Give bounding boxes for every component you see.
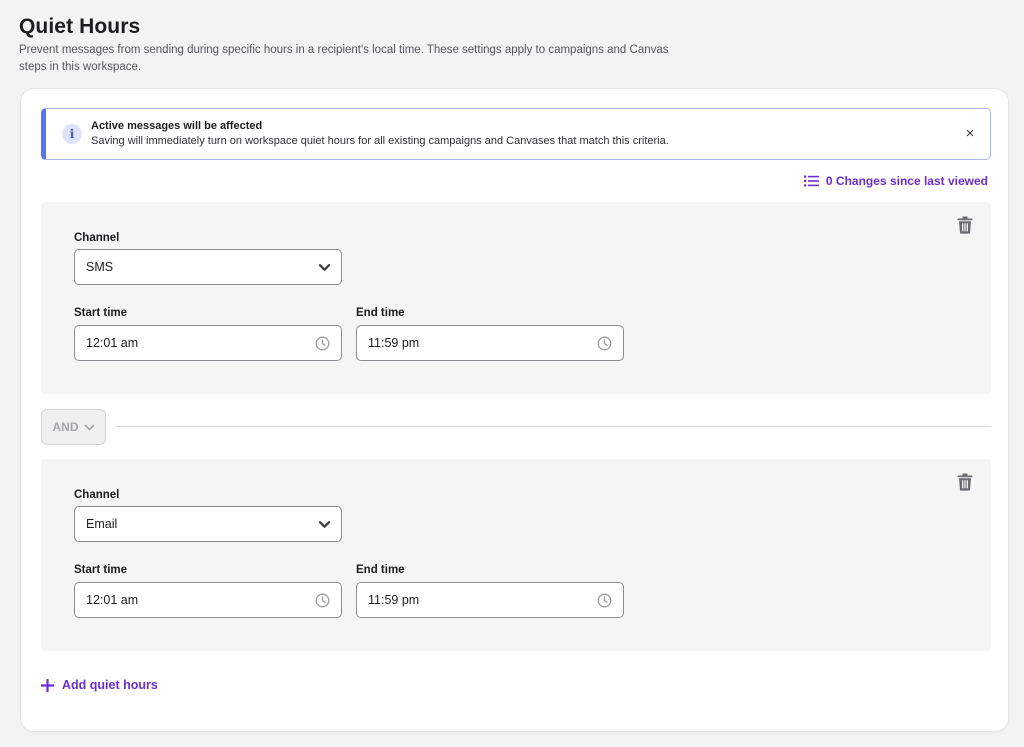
quiet-hours-page: Quiet Hours Prevent messages from sendin…	[0, 0, 1024, 747]
page-title: Quiet Hours	[19, 15, 141, 38]
start-time-input[interactable]: 12:01 am	[74, 582, 342, 618]
clock-icon	[315, 593, 330, 608]
and-label: AND	[52, 420, 79, 434]
plus-icon	[41, 678, 54, 692]
channel-select[interactable]: SMS	[74, 249, 342, 285]
channel-label: Channel	[74, 232, 120, 244]
add-quiet-hours-label: Add quiet hours	[62, 678, 158, 692]
alert-title: Active messages will be affected	[91, 120, 263, 132]
chevron-down-icon	[318, 264, 331, 271]
clock-icon	[597, 593, 612, 608]
end-time-value: 11:59 pm	[368, 336, 420, 350]
clock-icon	[315, 336, 330, 351]
close-icon[interactable]: ×	[962, 125, 978, 141]
changes-link-label: 0 Changes since last viewed	[825, 174, 988, 188]
warning-alert: i Active messages will be affected Savin…	[41, 108, 991, 160]
clock-icon	[597, 336, 612, 351]
start-time-value: 12:01 am	[86, 593, 139, 607]
start-time-label: Start time	[74, 307, 128, 319]
channel-select-value: SMS	[86, 260, 114, 274]
start-time-input[interactable]: 12:01 am	[74, 325, 342, 361]
end-time-label: End time	[356, 564, 405, 576]
trash-icon[interactable]	[957, 216, 973, 234]
chevron-down-icon	[318, 521, 331, 528]
trash-icon[interactable]	[957, 473, 973, 491]
chevron-down-icon	[84, 424, 94, 430]
alert-body: Saving will immediately turn on workspac…	[91, 135, 669, 147]
quiet-hours-card: i Active messages will be affected Savin…	[20, 88, 1009, 732]
start-time-value: 12:01 am	[86, 336, 139, 350]
page-description: Prevent messages from sending during spe…	[19, 44, 669, 73]
end-time-input[interactable]: 11:59 pm	[356, 582, 624, 618]
end-time-value: 11:59 pm	[368, 593, 420, 607]
list-icon	[803, 175, 819, 187]
quiet-hours-rule: Channel SMS Start time 12:01 am End time…	[41, 202, 991, 394]
channel-label: Channel	[74, 489, 120, 501]
and-combinator-button[interactable]: AND	[41, 409, 106, 445]
add-quiet-hours-button[interactable]: Add quiet hours	[41, 678, 158, 692]
start-time-label: Start time	[74, 564, 128, 576]
info-icon: i	[62, 124, 82, 144]
end-time-label: End time	[356, 307, 405, 319]
changes-since-last-viewed-link[interactable]: 0 Changes since last viewed	[803, 174, 988, 188]
channel-select-value: Email	[86, 517, 118, 531]
quiet-hours-rule: Channel Email Start time 12:01 am End ti…	[41, 459, 991, 651]
divider	[117, 426, 991, 427]
end-time-input[interactable]: 11:59 pm	[356, 325, 624, 361]
channel-select[interactable]: Email	[74, 506, 342, 542]
